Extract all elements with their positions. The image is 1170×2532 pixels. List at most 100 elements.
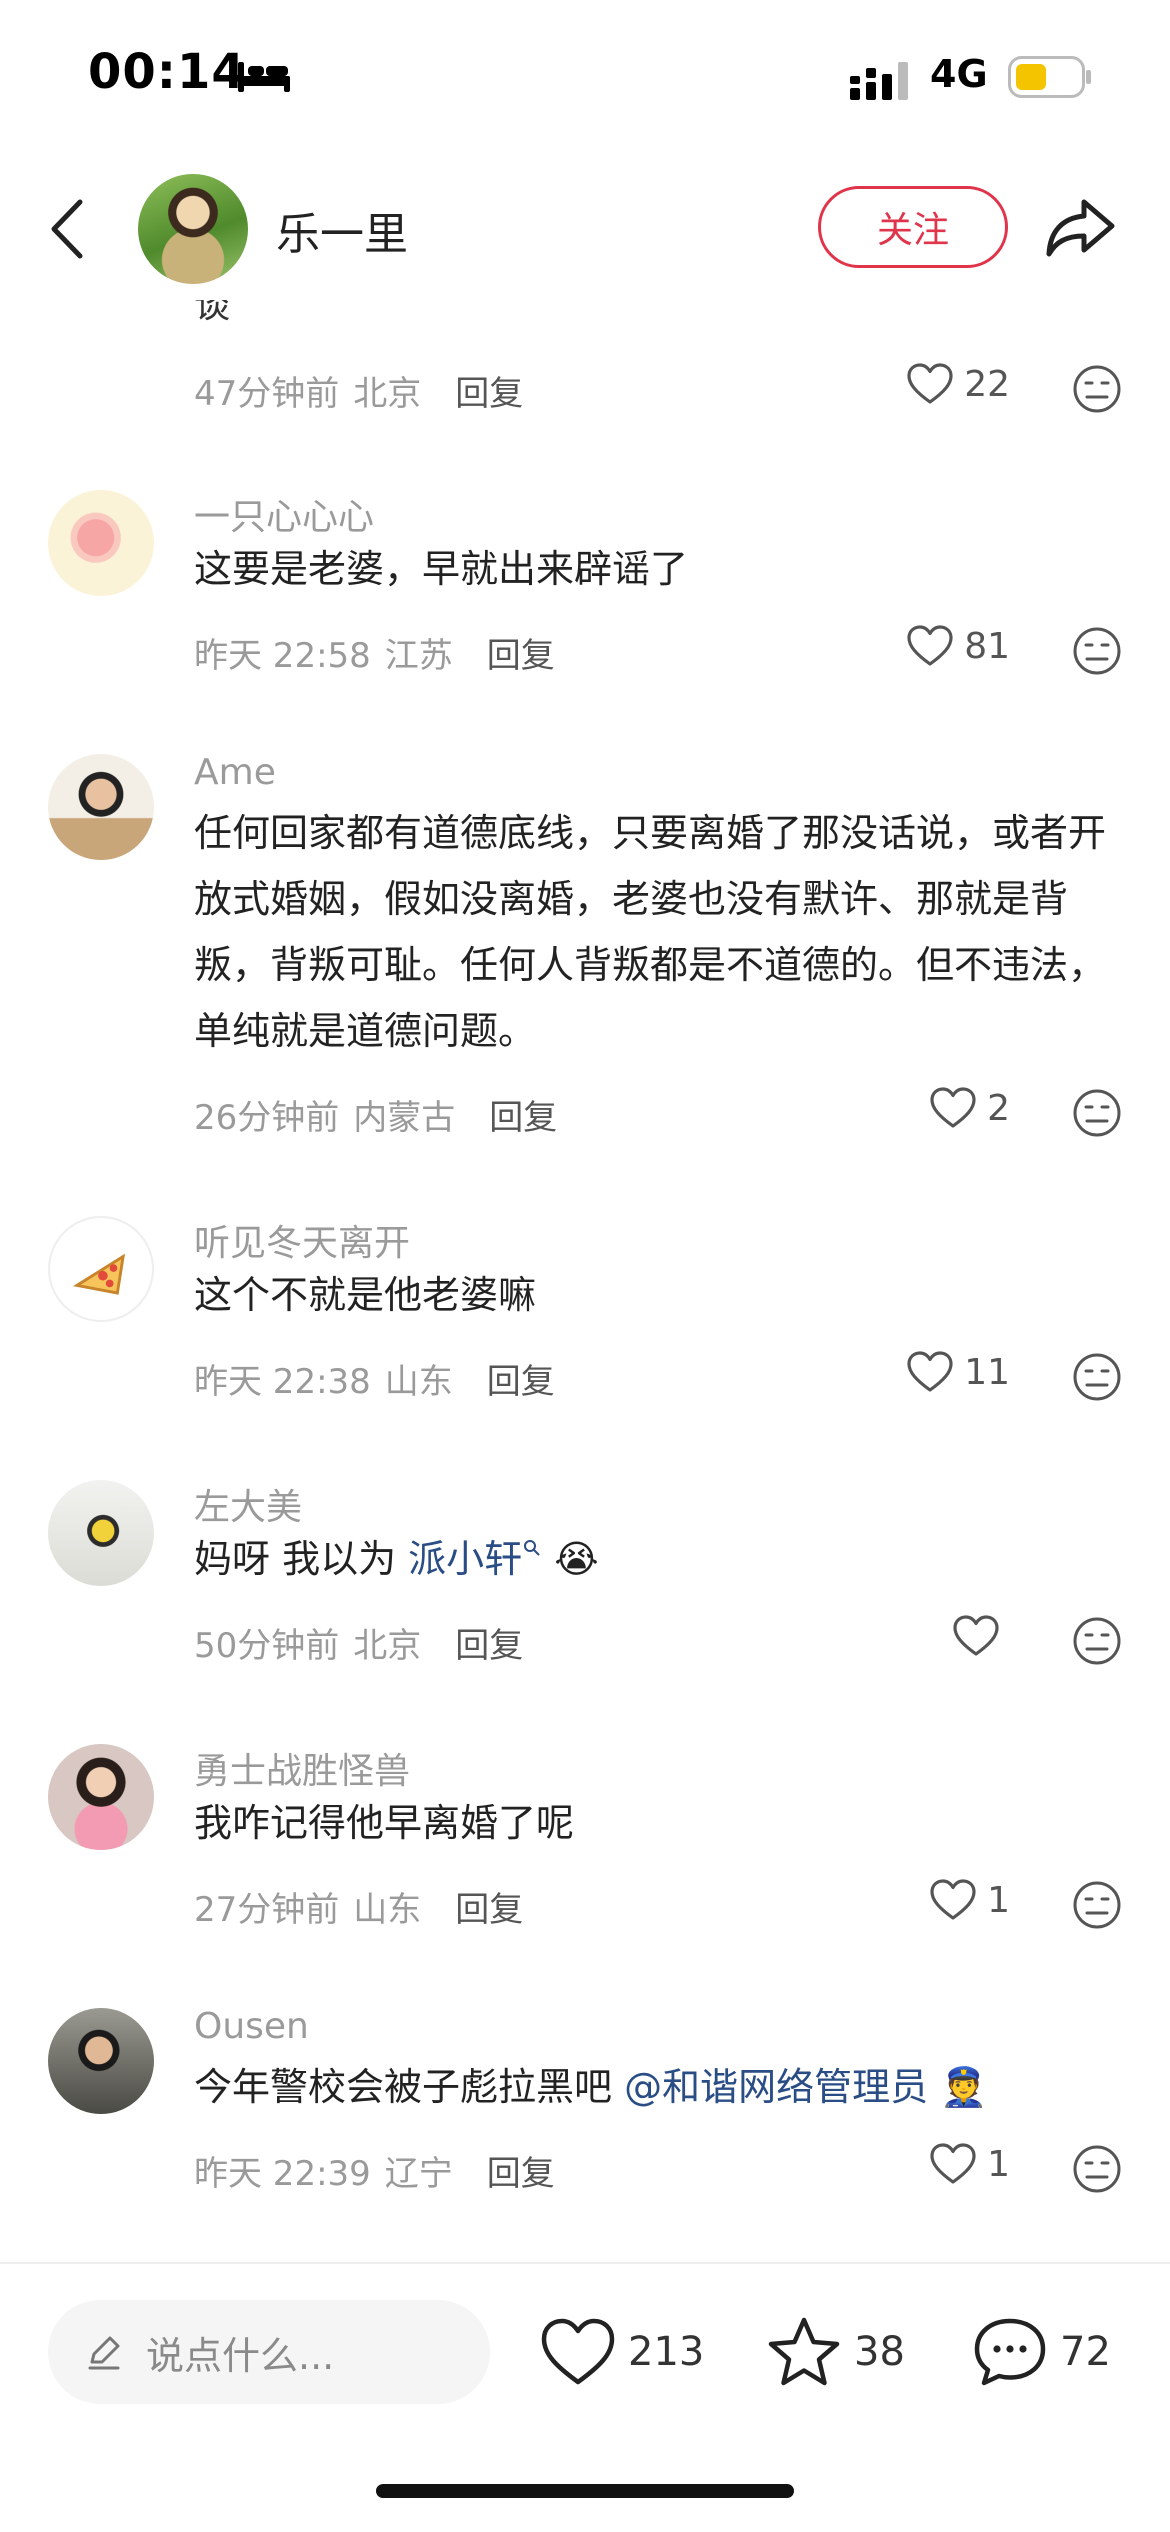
commenter-avatar[interactable] [48,754,154,860]
commenter-name[interactable]: 左大美 [194,1478,302,1530]
like-button[interactable]: 2 [929,1086,1010,1130]
comment-list: 谈 47分钟前 北京 回复 22 一只心心心 这要是老婆，早就出来辟谣了 昨天 … [0,300,1170,2260]
heart-icon [541,2318,615,2385]
comment-text: 今年警校会被子彪拉黑吧 @和谐网络管理员 👮 [194,2054,1124,2120]
comment-meta: 昨天 22:39 辽宁 回复 [194,2146,555,2195]
commenter-avatar[interactable] [48,1744,154,1850]
favorite-count: 38 [854,2329,905,2375]
reply-button[interactable]: 回复 [487,2146,555,2195]
emoji: 😭 [554,1537,599,1581]
commenter-avatar[interactable] [48,2008,154,2114]
header: 乐一里 关注 [0,150,1170,300]
like-count: 2 [987,1087,1010,1129]
commenter-name[interactable]: 一只心心心 [194,488,374,540]
comment-meta: 50分钟前 北京 回复 [194,1618,523,1667]
screen: 00:14 4G 乐一里 关注 谈 47分钟前 北京 回复 22 一只心心心 这… [0,0,1170,2532]
reply-button[interactable]: 回复 [455,1882,523,1931]
comment-time: 47分钟前 [194,374,340,414]
reply-button[interactable]: 回复 [487,1354,555,1403]
like-post-button[interactable]: 213 [540,2316,704,2388]
comment-location: 北京 [353,1626,422,1666]
reply-button[interactable]: 回复 [487,628,555,677]
comment-meta: 47分钟前 北京 回复 [194,366,523,415]
commenter-name[interactable]: 勇士战胜怪兽 [194,1742,410,1794]
heart-icon [907,625,953,666]
pencil-icon [88,2336,120,2370]
like-button[interactable]: 81 [906,624,1010,668]
like-button[interactable]: 1 [929,2142,1010,2186]
heart-icon [930,1087,976,1128]
like-button[interactable]: 22 [906,362,1010,406]
comment-input[interactable]: 说点什么... [48,2300,490,2404]
comment-location: 内蒙古 [353,1098,456,1138]
comment-text: 这个不就是他老婆嘛 [194,1273,537,1317]
comment-location: 辽宁 [384,2154,453,2194]
dislike-icon[interactable] [1072,1880,1122,1930]
share-icon[interactable] [1044,194,1118,260]
like-count: 1 [987,2143,1010,2185]
dislike-icon[interactable] [1072,364,1122,414]
comment-text: 这要是老婆，早就出来辟谣了 [194,547,689,591]
dislike-icon[interactable] [1072,1352,1122,1402]
author-avatar[interactable] [138,174,248,284]
dislike-icon[interactable] [1072,1088,1122,1138]
comment-text: 谈 [194,300,231,324]
comment-time: 27分钟前 [194,1890,340,1930]
search-icon[interactable] [522,1538,542,1558]
mention-link[interactable]: @和谐网络管理员 [624,2065,928,2109]
reply-button[interactable]: 回复 [489,1090,557,1139]
commenter-name[interactable]: Ousen [194,2006,309,2047]
commenter-avatar[interactable] [48,490,154,596]
favorite-button[interactable]: 38 [766,2316,905,2388]
back-icon[interactable] [44,196,94,262]
emoji: 👮 [940,2065,988,2109]
like-count: 1 [987,1879,1010,1921]
comment-input-placeholder: 说点什么... [146,2333,335,2378]
comment-time: 26分钟前 [194,1098,340,1138]
commenter-name[interactable]: Ame [194,752,276,793]
comment-time: 50分钟前 [194,1626,340,1666]
home-indicator[interactable] [376,2484,794,2498]
comment-text-prefix: 妈呀 我以为 [194,1537,409,1581]
comment-meta: 27分钟前 山东 回复 [194,1882,523,1931]
status-time: 00:14 [88,44,246,100]
heart-icon [907,1351,953,1392]
heart-icon [953,1615,999,1656]
like-button[interactable]: 1 [929,1878,1010,1922]
dislike-icon[interactable] [1072,1616,1122,1666]
network-label: 4G [930,52,988,96]
pizza-icon [73,1253,126,1295]
dislike-icon[interactable] [1072,626,1122,676]
like-button[interactable]: 11 [906,1350,1010,1394]
battery-icon [1008,56,1091,98]
comment-meta: 昨天 22:58 江苏 回复 [194,628,555,677]
commenter-name[interactable]: 听见冬天离开 [194,1214,410,1266]
reply-button[interactable]: 回复 [455,1618,523,1667]
dislike-icon[interactable] [1072,2144,1122,2194]
comment-meta: 昨天 22:38 山东 回复 [194,1354,555,1403]
chat-bubble-icon [974,2318,1046,2386]
commenter-avatar[interactable] [48,1480,154,1586]
comment-time: 昨天 22:39 [194,2154,371,2194]
heart-icon [930,1879,976,1920]
reply-button[interactable]: 回复 [455,366,523,415]
follow-button[interactable]: 关注 [818,186,1008,268]
comment-meta: 26分钟前 内蒙古 回复 [194,1090,557,1139]
comments-button[interactable]: 72 [972,2316,1111,2388]
comment-location: 山东 [353,1890,422,1930]
mention-link[interactable]: 派小轩 [408,1537,522,1581]
comment-text: 妈呀 我以为 派小轩 😭 [194,1526,1124,1592]
signal-icon [850,62,908,100]
heart-icon [930,2143,976,2184]
like-button[interactable] [952,1614,1010,1658]
comment-time: 昨天 22:58 [194,636,371,676]
commenter-avatar[interactable] [48,1216,154,1322]
like-count: 22 [964,363,1010,405]
comment-count: 72 [1060,2329,1111,2375]
bed-icon [238,62,290,92]
like-count: 81 [964,625,1010,667]
post-like-count: 213 [628,2329,705,2375]
heart-icon [907,363,953,404]
comment-location: 江苏 [384,636,453,676]
author-name[interactable]: 乐一里 [276,198,408,262]
